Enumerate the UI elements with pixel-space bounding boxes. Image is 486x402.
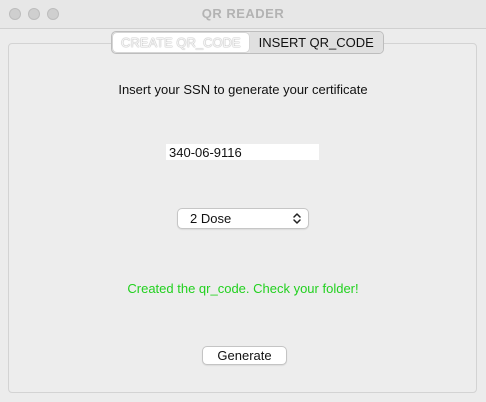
window-title: QR READER xyxy=(201,6,285,21)
generate-button[interactable]: Generate xyxy=(202,346,287,365)
dose-select[interactable]: 2 Dose xyxy=(177,208,309,229)
tab-bar: CREATE QR_CODE INSERT QR_CODE xyxy=(111,31,384,54)
title-bar: QR READER xyxy=(0,0,486,29)
dose-select-value: 2 Dose xyxy=(190,211,232,226)
tab-create-qr-code[interactable]: CREATE QR_CODE xyxy=(113,33,249,52)
status-message: Created the qr_code. Check your folder! xyxy=(127,281,359,296)
ssn-input[interactable] xyxy=(166,144,319,160)
instruction-label: Insert your SSN to generate your certifi… xyxy=(118,82,368,97)
tab-insert-qr-code[interactable]: INSERT QR_CODE xyxy=(249,32,383,53)
up-down-chevron-icon xyxy=(293,213,301,224)
